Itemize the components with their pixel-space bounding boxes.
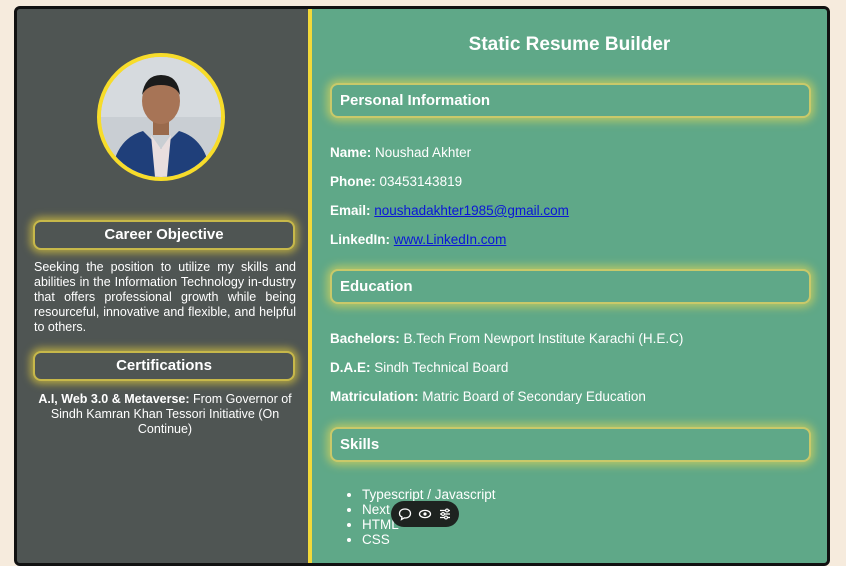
linkedin-row: LinkedIn: www.LinkedIn.com (330, 232, 506, 247)
phone-value: 03453143819 (375, 174, 463, 189)
education-label: Matriculation: (330, 389, 419, 404)
education-item: Matriculation: Matric Board of Secondary… (330, 389, 646, 404)
certification-title: A.I, Web 3.0 & Metaverse: (38, 392, 190, 406)
skill-item: CSS (362, 532, 496, 547)
avatar (97, 53, 225, 181)
linkedin-label: LinkedIn: (330, 232, 390, 247)
profile-photo (101, 57, 221, 177)
comment-icon[interactable] (398, 507, 412, 521)
career-objective-text: Seeking the position to utilize my skill… (34, 260, 296, 334)
certifications-heading: Certifications (33, 351, 295, 381)
resume-frame: Career Objective Seeking the position to… (14, 6, 830, 566)
career-objective-heading: Career Objective (33, 220, 295, 250)
email-link[interactable]: noushadakhter1985@gmail.com (374, 203, 569, 218)
name-label: Name: (330, 145, 372, 160)
floating-toolbar (391, 501, 459, 527)
education-value: Matric Board of Secondary Education (418, 389, 646, 404)
personal-info-heading: Personal Information (330, 83, 811, 118)
education-value: B.Tech From Newport Institute Karachi (H… (399, 331, 684, 346)
education-label: D.A.E: (330, 360, 371, 375)
phone-label: Phone: (330, 174, 376, 189)
education-heading: Education (330, 269, 811, 304)
settings-icon[interactable] (438, 507, 452, 521)
main-content: Static Resume Builder Personal Informati… (312, 9, 827, 563)
education-item: Bachelors: B.Tech From Newport Institute… (330, 331, 683, 346)
email-row: Email: noushadakhter1985@gmail.com (330, 203, 569, 218)
name-value: Noushad Akhter (371, 145, 472, 160)
certification-item: A.I, Web 3.0 & Metaverse: From Governor … (34, 392, 296, 437)
linkedin-link[interactable]: www.LinkedIn.com (394, 232, 507, 247)
sidebar: Career Objective Seeking the position to… (17, 9, 312, 563)
name-row: Name: Noushad Akhter (330, 145, 471, 160)
eye-icon[interactable] (418, 507, 432, 521)
education-label: Bachelors: (330, 331, 400, 346)
education-item: D.A.E: Sindh Technical Board (330, 360, 508, 375)
email-label: Email: (330, 203, 371, 218)
phone-row: Phone: 03453143819 (330, 174, 462, 189)
page-title: Static Resume Builder (468, 34, 671, 55)
skills-heading: Skills (330, 427, 811, 462)
education-value: Sindh Technical Board (370, 360, 509, 375)
skill-item: Typescript / Javascript (362, 487, 496, 502)
